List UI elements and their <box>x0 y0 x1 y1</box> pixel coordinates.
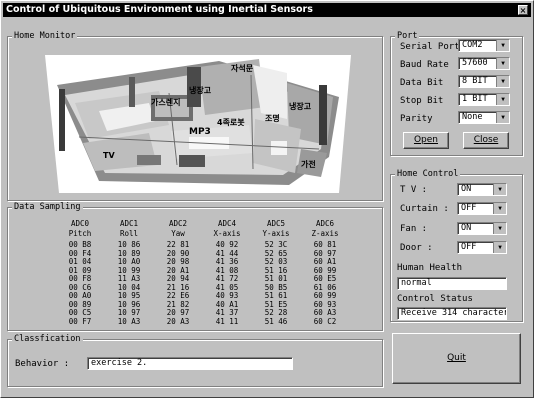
tv-select[interactable]: ON ▼ <box>457 183 507 196</box>
chevron-down-icon[interactable]: ▼ <box>496 40 509 51</box>
serial-port-label: Serial Port <box>400 42 460 52</box>
chevron-down-icon[interactable]: ▼ <box>496 94 509 105</box>
classification-legend: Classfication <box>12 334 83 344</box>
sample-value: 51 46 <box>264 316 288 326</box>
baud-rate-label: Baud Rate <box>400 60 449 70</box>
room-label-fridge-2: 냉장고 <box>289 102 312 111</box>
sample-value: 60 C2 <box>313 316 337 326</box>
home-control-legend: Home Control <box>395 169 461 179</box>
home-monitor-legend: Home Monitor <box>12 31 78 41</box>
sampling-column: ADC5 Y-axis 52 3C 52 65 52 03 51 16 51 01 50 B5… <box>254 219 298 326</box>
door-select[interactable]: OFF ▼ <box>457 241 507 254</box>
room-label-gas-range: 가스렌지 <box>151 98 181 107</box>
room-label-tv: TV <box>103 151 115 160</box>
chevron-down-icon[interactable]: ▼ <box>493 184 506 195</box>
curtain-label: Curtain : <box>400 204 449 214</box>
data-bit-label: Data Bit <box>400 78 444 88</box>
main-window: Control of Ubiquitous Environment using … <box>0 0 534 398</box>
column-name-header: Y-axis <box>262 228 290 238</box>
sampling-column: ADC0 Pitch 00 B8 00 F4 01 04 01 09 00 F8 00 C6 0… <box>58 219 102 326</box>
human-health-field[interactable]: normal <box>397 277 507 290</box>
close-icon[interactable]: × <box>518 5 528 15</box>
column-adc-header: ADC2 <box>168 219 188 228</box>
room-label-robot: 4족로봇 <box>217 118 245 127</box>
curtain-select[interactable]: OFF ▼ <box>457 202 507 215</box>
column-adc-header: ADC4 <box>217 219 237 228</box>
sample-value: 41 11 <box>215 316 239 326</box>
stop-bit-value: 1 BIT <box>462 94 488 104</box>
data-sampling-legend: Data Sampling <box>12 202 83 212</box>
chevron-down-icon[interactable]: ▼ <box>493 203 506 214</box>
parity-label: Parity <box>400 114 433 124</box>
home-monitor-image: 자석문 냉장고 냉장고 가스렌지 MP3 4족로봇 조명 TV 가전 <box>39 45 359 195</box>
data-bit-select[interactable]: 8 BIT ▼ <box>458 75 510 88</box>
serial-port-value: COM2 <box>462 40 483 50</box>
room-label-light: 조명 <box>265 114 280 123</box>
door-value: OFF <box>461 242 477 252</box>
control-status-field[interactable]: Receive 314 characters <box>397 307 507 320</box>
baud-rate-select[interactable]: 57600 ▼ <box>458 57 510 70</box>
curtain-value: OFF <box>461 203 477 213</box>
chevron-down-icon[interactable]: ▼ <box>493 223 506 234</box>
room-label-door: 자석문 <box>231 64 254 73</box>
sample-value: 10 A3 <box>117 316 141 326</box>
serial-port-select[interactable]: COM2 ▼ <box>458 39 510 52</box>
tv-label: T V : <box>400 185 428 195</box>
room-label-mp3: MP3 <box>189 127 211 137</box>
port-legend: Port <box>395 31 420 41</box>
sampling-column: ADC1 Roll 10 86 10 89 10 A0 10 99 11 A3 10 04 10… <box>107 219 151 326</box>
sample-value: 00 F7 <box>68 316 92 326</box>
column-name-header: Z-axis <box>311 228 339 238</box>
control-status-label: Control Status <box>397 294 473 304</box>
close-button[interactable]: Close <box>463 132 509 149</box>
column-adc-header: ADC0 <box>70 219 90 228</box>
column-name-header: Roll <box>119 228 139 238</box>
human-health-label: Human Health <box>397 263 463 273</box>
room-label-fridge-1: 냉장고 <box>189 86 212 95</box>
stop-bit-select[interactable]: 1 BIT ▼ <box>458 93 510 106</box>
column-name-header: X-axis <box>213 228 241 238</box>
sampling-column: ADC4 X-axis 40 92 41 44 41 36 41 08 41 72 41 05… <box>205 219 249 326</box>
open-button[interactable]: Open <box>403 132 449 149</box>
sampling-column: ADC2 Yaw 22 81 20 90 20 98 20 A1 20 94 21 16 22 … <box>156 219 200 326</box>
parity-value: None <box>462 112 483 122</box>
door-label: Door : <box>400 243 433 253</box>
parity-select[interactable]: None ▼ <box>458 111 510 124</box>
fan-value: ON <box>461 223 472 233</box>
quit-button[interactable]: Quit <box>392 333 521 384</box>
column-adc-header: ADC6 <box>315 219 335 228</box>
fan-select[interactable]: ON ▼ <box>457 222 507 235</box>
column-name-header: Pitch <box>68 228 92 238</box>
window-title: Control of Ubiquitous Environment using … <box>6 4 313 15</box>
fan-label: Fan : <box>400 224 428 234</box>
room-label-appliance: 가전 <box>301 160 316 169</box>
baud-rate-value: 57600 <box>462 58 488 68</box>
chevron-down-icon[interactable]: ▼ <box>496 112 509 123</box>
chevron-down-icon[interactable]: ▼ <box>493 242 506 253</box>
data-bit-value: 8 BIT <box>462 76 488 86</box>
sample-value: 20 A3 <box>166 316 190 326</box>
chevron-down-icon[interactable]: ▼ <box>496 58 509 69</box>
house-floorplan-image <box>45 55 351 193</box>
behavior-label: Behavior : <box>15 359 70 369</box>
chevron-down-icon[interactable]: ▼ <box>496 76 509 87</box>
column-adc-header: ADC5 <box>266 219 286 228</box>
stop-bit-label: Stop Bit <box>400 96 444 106</box>
tv-value: ON <box>461 184 472 194</box>
column-name-header: Yaw <box>171 228 185 238</box>
title-bar: Control of Ubiquitous Environment using … <box>3 3 531 17</box>
behavior-field[interactable]: exercise 2. <box>87 357 293 370</box>
sampling-column: ADC6 Z-axis 60 81 60 97 60 A1 60 99 60 E5 61 06… <box>303 219 347 326</box>
column-adc-header: ADC1 <box>119 219 139 228</box>
